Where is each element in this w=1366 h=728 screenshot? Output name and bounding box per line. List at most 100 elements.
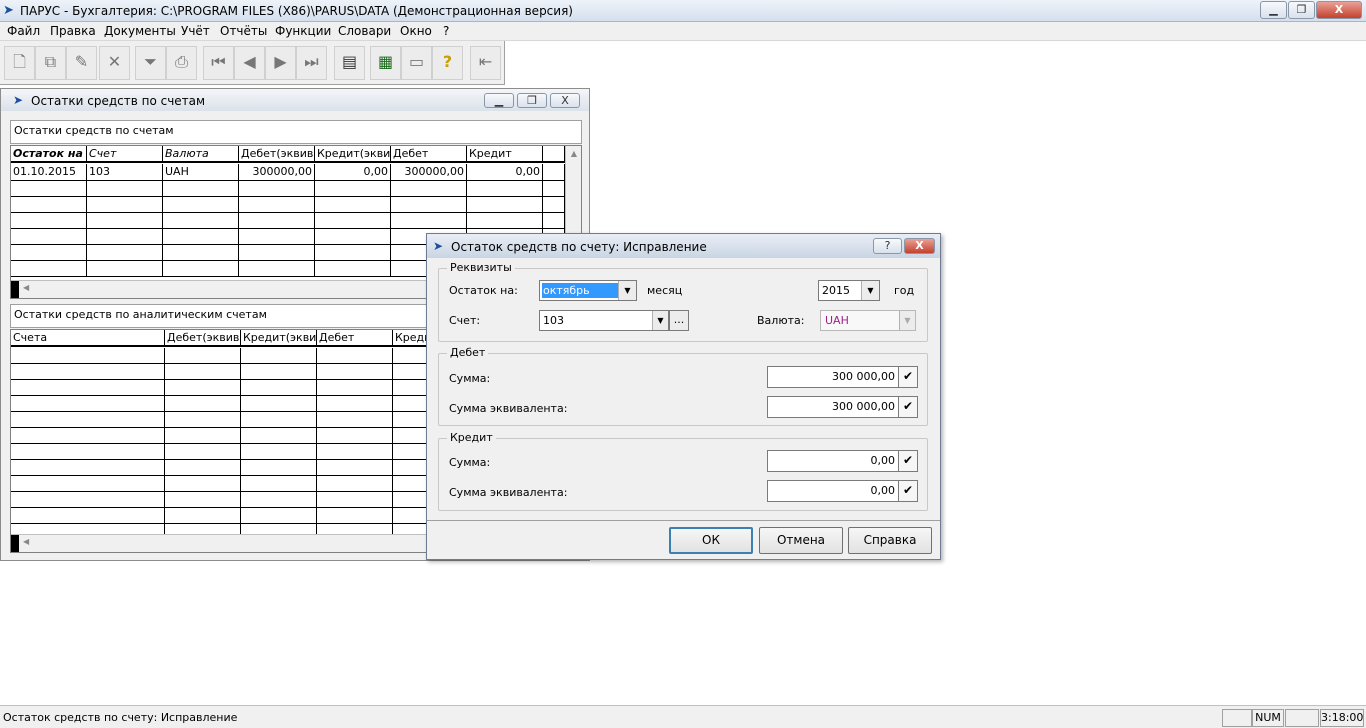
empty-cell[interactable] (11, 181, 87, 197)
valuta-select[interactable]: UAH ▼ (820, 310, 916, 331)
empty-cell[interactable] (317, 396, 393, 412)
empty-cell[interactable] (11, 197, 87, 213)
exit-icon[interactable]: ⇤ (470, 46, 501, 80)
empty-cell[interactable] (391, 181, 467, 197)
empty-cell[interactable] (87, 197, 163, 213)
empty-cell[interactable] (163, 245, 239, 261)
empty-cell[interactable] (241, 492, 317, 508)
debet-ekv-confirm-icon[interactable]: ✔ (898, 396, 918, 418)
empty-cell[interactable] (315, 197, 391, 213)
empty-cell[interactable] (87, 261, 163, 277)
empty-cell[interactable] (87, 181, 163, 197)
empty-cell[interactable] (241, 476, 317, 492)
minimize-button[interactable]: ▁ (1260, 1, 1287, 19)
cancel-button[interactable]: Отмена (759, 527, 843, 554)
empty-cell[interactable] (239, 261, 315, 277)
empty-cell[interactable] (317, 476, 393, 492)
empty-cell[interactable] (317, 364, 393, 380)
menu-documents[interactable]: Документы (104, 24, 176, 38)
empty-cell[interactable] (317, 508, 393, 524)
empty-cell[interactable] (317, 492, 393, 508)
empty-cell[interactable] (11, 364, 165, 380)
empty-cell[interactable] (317, 444, 393, 460)
col-header-b-kredit-ekv[interactable]: Кредит(эквивалент) (241, 330, 317, 347)
next-icon[interactable]: ▶ (265, 46, 296, 80)
calculator-icon[interactable]: ▦ (370, 46, 401, 80)
empty-cell[interactable] (11, 476, 165, 492)
help-icon[interactable]: ? (432, 46, 463, 80)
maximize-button[interactable]: ❐ (1288, 1, 1315, 19)
empty-cell[interactable] (11, 444, 165, 460)
empty-cell[interactable] (543, 197, 565, 213)
empty-cell[interactable] (467, 197, 543, 213)
ok-button[interactable]: ОК (669, 527, 753, 554)
col-header-valuta[interactable]: Валюта (163, 146, 239, 163)
empty-cell[interactable] (239, 229, 315, 245)
dialog-close-button[interactable]: X (904, 238, 935, 254)
copy-icon[interactable]: ⧉ (35, 46, 66, 80)
last-icon[interactable]: ⏭ (296, 46, 327, 80)
empty-cell[interactable] (239, 213, 315, 229)
empty-cell[interactable] (165, 508, 241, 524)
close-button[interactable]: X (1316, 1, 1362, 19)
menu-dictionaries[interactable]: Словари (338, 24, 391, 38)
cell-kredit-ekv[interactable]: 0,00 (315, 164, 391, 181)
kredit-summa-input[interactable]: 0,00 (767, 450, 899, 472)
empty-cell[interactable] (543, 213, 565, 229)
scroll-left-icon[interactable]: ◀ (23, 283, 29, 292)
empty-cell[interactable] (165, 492, 241, 508)
mdi-close-button[interactable]: X (550, 93, 580, 108)
empty-cell[interactable] (87, 245, 163, 261)
empty-cell[interactable] (11, 261, 87, 277)
empty-cell[interactable] (11, 460, 165, 476)
empty-cell[interactable] (87, 213, 163, 229)
first-icon[interactable]: ⏮ (203, 46, 234, 80)
cell-debet-ekv[interactable]: 300000,00 (239, 164, 315, 181)
empty-cell[interactable] (165, 364, 241, 380)
schet-browse-button[interactable]: ... (669, 310, 689, 331)
debet-ekv-input[interactable]: 300 000,00 (767, 396, 899, 418)
col-header-b-debet[interactable]: Дебет (317, 330, 393, 347)
mdi-minimize-button[interactable]: ▁ (484, 93, 514, 108)
empty-cell[interactable] (317, 380, 393, 396)
empty-cell[interactable] (317, 412, 393, 428)
print-icon[interactable]: ⎙ (166, 46, 197, 80)
empty-cell[interactable] (467, 181, 543, 197)
empty-cell[interactable] (241, 460, 317, 476)
empty-cell[interactable] (163, 261, 239, 277)
col-header-debet[interactable]: Дебет (391, 146, 467, 163)
empty-cell[interactable] (165, 380, 241, 396)
kredit-summa-confirm-icon[interactable]: ✔ (898, 450, 918, 472)
empty-cell[interactable] (317, 348, 393, 364)
empty-cell[interactable] (543, 181, 565, 197)
empty-cell[interactable] (165, 460, 241, 476)
empty-cell[interactable] (165, 428, 241, 444)
menu-accounting[interactable]: Учёт (181, 24, 210, 38)
empty-cell[interactable] (391, 213, 467, 229)
menu-functions[interactable]: Функции (275, 24, 331, 38)
empty-cell[interactable] (11, 396, 165, 412)
debet-summa-input[interactable]: 300 000,00 (767, 366, 899, 388)
cell-debet[interactable]: 300000,00 (391, 164, 467, 181)
garant-icon[interactable]: ▭ (401, 46, 432, 80)
valuta-dropdown-icon[interactable]: ▼ (899, 311, 915, 330)
empty-cell[interactable] (315, 181, 391, 197)
year-dropdown-icon[interactable]: ▼ (861, 281, 879, 300)
kredit-ekv-confirm-icon[interactable]: ✔ (898, 480, 918, 502)
empty-cell[interactable] (163, 213, 239, 229)
cell-schet[interactable]: 103 (87, 164, 163, 181)
empty-cell[interactable] (11, 213, 87, 229)
empty-cell[interactable] (241, 348, 317, 364)
kredit-ekv-input[interactable]: 0,00 (767, 480, 899, 502)
menu-reports[interactable]: Отчёты (220, 24, 267, 38)
col-header-debet-ekv[interactable]: Дебет(эквивалент) (239, 146, 315, 163)
menu-file[interactable]: Файл (7, 24, 40, 38)
new-icon[interactable]: 🗋 (4, 46, 35, 80)
menu-edit[interactable]: Правка (50, 24, 96, 38)
calc-list-icon[interactable]: ▤ (334, 46, 365, 80)
year-select[interactable]: 2015 ▼ (818, 280, 880, 301)
empty-cell[interactable] (315, 213, 391, 229)
empty-cell[interactable] (163, 229, 239, 245)
delete-icon[interactable]: ✕ (99, 46, 130, 80)
empty-cell[interactable] (241, 508, 317, 524)
